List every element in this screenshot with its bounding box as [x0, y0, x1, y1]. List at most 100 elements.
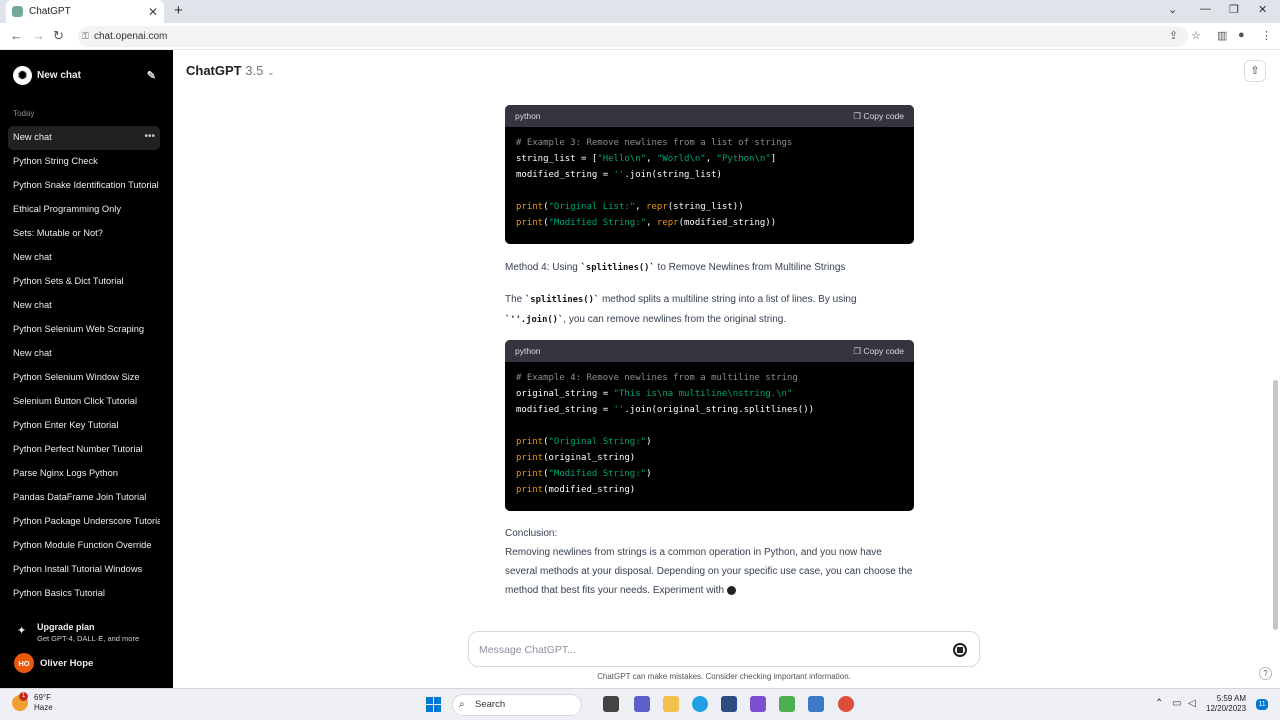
- app-icon[interactable]: [808, 696, 824, 712]
- side-panel-icon[interactable]: ▥: [1217, 29, 1227, 42]
- profile-icon[interactable]: ●: [1238, 29, 1245, 41]
- chat-history-item[interactable]: Python Install Tutorial Windows: [8, 558, 160, 582]
- chat-history-item[interactable]: New chat •••: [8, 126, 160, 150]
- share-chat-button[interactable]: ⇧: [1244, 60, 1266, 82]
- chat-history-item[interactable]: Selenium Button Click Tutorial: [8, 390, 160, 414]
- reload-icon[interactable]: ↻: [53, 28, 64, 44]
- help-icon[interactable]: ?: [1259, 667, 1272, 680]
- chat-history-item[interactable]: Ethical Programming Only: [8, 198, 160, 222]
- chat-history-item[interactable]: Pandas DataFrame Join Tutorial: [8, 486, 160, 510]
- code-line: print("Modified String:", repr(modified_…: [516, 218, 777, 228]
- code-line: string_list = ["Hello\n", "World\n", "Py…: [516, 154, 777, 164]
- chat-history-label: Sets: Mutable or Not?: [13, 228, 103, 238]
- chat-history-label: Ethical Programming Only: [13, 204, 121, 214]
- code-line: # Example 3: Remove newlines from a list…: [516, 138, 793, 148]
- teams-chat-icon[interactable]: [634, 696, 650, 712]
- weather-widget[interactable]: 1 69°F Haze: [12, 692, 53, 713]
- weather-sun-icon: 1: [12, 692, 28, 711]
- chat-history-item[interactable]: Python Basics Tutorial: [8, 582, 160, 606]
- share-page-icon[interactable]: ⇪: [1169, 29, 1178, 42]
- upgrade-title: Upgrade plan: [37, 622, 95, 632]
- disclaimer-text: ChatGPT can make mistakes. Consider chec…: [597, 672, 851, 681]
- copy-code-button[interactable]: ❐ Copy code: [853, 111, 904, 122]
- chat-history-item[interactable]: Python Enter Key Tutorial: [8, 414, 160, 438]
- taskbar-search[interactable]: ⌕ Search: [452, 694, 582, 716]
- chat-history-label: Python Basics Tutorial: [13, 588, 105, 598]
- chat-history-item[interactable]: Python Sets & Dict Tutorial: [8, 270, 160, 294]
- forward-icon[interactable]: →: [32, 28, 45, 43]
- network-icon[interactable]: ▭: [1172, 698, 1181, 709]
- chat-history-item[interactable]: New chat: [8, 294, 160, 318]
- model-version: 3.5: [245, 63, 264, 78]
- message-input[interactable]: [479, 640, 919, 660]
- volume-icon[interactable]: ◁: [1188, 698, 1196, 709]
- tray-chevron-icon[interactable]: ⌃: [1155, 698, 1163, 709]
- chat-history-item[interactable]: Python Perfect Number Tutorial: [8, 438, 160, 462]
- file-explorer-icon[interactable]: [663, 696, 679, 712]
- chat-history-item[interactable]: New chat: [8, 342, 160, 366]
- clock-time: 5:59 AM: [1216, 694, 1247, 703]
- chat-history-item[interactable]: Python Snake Identification Tutorial: [8, 174, 160, 198]
- chat-history-item[interactable]: Sets: Mutable or Not?: [8, 222, 160, 246]
- chat-history-item[interactable]: Parse Nginx Logs Python: [8, 462, 160, 486]
- close-window-icon[interactable]: ✕: [1258, 3, 1267, 16]
- browser-tab[interactable]: ChatGPT ✕: [6, 0, 164, 23]
- upgrade-subtitle: Get GPT-4, DALL·E, and more: [37, 634, 140, 643]
- chrome-browser-icon[interactable]: [838, 696, 854, 712]
- close-tab-icon[interactable]: ✕: [148, 5, 158, 19]
- chevron-down-icon: ⌄: [266, 67, 275, 77]
- search-icon: ⌕: [459, 699, 465, 710]
- code-line: print("Original List:", repr(string_list…: [516, 202, 744, 212]
- bookmark-star-icon[interactable]: ☆: [1191, 29, 1201, 42]
- chat-history-item[interactable]: Python Selenium Web Scraping: [8, 318, 160, 342]
- browser-menu-icon[interactable]: ⋮: [1261, 29, 1272, 42]
- chat-history-label: Python Module Function Override: [13, 540, 152, 550]
- conclusion-heading: Conclusion:: [505, 528, 558, 539]
- more-options-icon[interactable]: •••: [144, 126, 155, 148]
- new-chat-button[interactable]: ✺ New chat ✎: [13, 64, 163, 86]
- weather-badge: 1: [19, 692, 28, 701]
- user-name: Oliver Hope: [40, 657, 94, 669]
- chat-history-item[interactable]: New chat: [8, 246, 160, 270]
- new-tab-icon[interactable]: +: [174, 2, 183, 19]
- restore-icon[interactable]: ❐: [1229, 3, 1239, 16]
- app-icon[interactable]: [779, 696, 795, 712]
- code-language-label: python: [515, 111, 541, 121]
- copy-code-button[interactable]: ❐ Copy code: [853, 346, 904, 357]
- chevron-down-icon[interactable]: ⌄: [1168, 3, 1177, 16]
- clock-date: 12/20/2023: [1206, 704, 1247, 713]
- chat-history-item[interactable]: Python Module Function Override: [8, 534, 160, 558]
- method4-paragraph: The `splitlines()` method splits a multi…: [505, 290, 915, 330]
- site-info-icon[interactable]: ⚿: [82, 26, 89, 47]
- store-icon[interactable]: [721, 696, 737, 712]
- model-selector[interactable]: ChatGPT 3.5 ⌄: [186, 63, 275, 78]
- weather-desc: Haze: [34, 703, 53, 712]
- stop-generating-button[interactable]: [953, 643, 967, 657]
- chat-history-item[interactable]: Python Selenium Window Size: [8, 366, 160, 390]
- upgrade-plan-button[interactable]: ✦ Upgrade plan Get GPT-4, DALL·E, and mo…: [15, 621, 165, 645]
- chat-history-item[interactable]: Python String Check: [8, 150, 160, 174]
- minimize-icon[interactable]: —: [1200, 3, 1211, 15]
- openai-logo-icon: ✺: [13, 65, 32, 85]
- system-clock[interactable]: 5:59 AM 12/20/2023: [1206, 694, 1246, 714]
- back-icon[interactable]: ←: [10, 28, 23, 43]
- chat-history-label: Python Snake Identification Tutorial: [13, 180, 159, 190]
- compose-icon[interactable]: ✎: [147, 69, 156, 82]
- chat-main: ChatGPT 3.5 ⌄ ⇧ python ❐ Copy code # Exa…: [173, 50, 1280, 688]
- chat-history-label: Python Enter Key Tutorial: [13, 420, 119, 430]
- chat-history-item[interactable]: Python Package Underscore Tutorial: [8, 510, 160, 534]
- user-menu-button[interactable]: HO Oliver Hope: [14, 653, 93, 673]
- code-language-label: python: [515, 346, 541, 356]
- address-bar[interactable]: ⚿ chat.openai.com: [78, 26, 1188, 47]
- notification-badge[interactable]: 11: [1256, 699, 1268, 710]
- code-line: original_string = "This is\na multiline\…: [516, 389, 793, 399]
- scrollbar[interactable]: [1273, 380, 1278, 630]
- windows-start-icon[interactable]: [426, 697, 441, 712]
- code-block-header: python ❐ Copy code: [505, 105, 914, 127]
- app-icon[interactable]: [750, 696, 766, 712]
- chat-history-label: Pandas DataFrame Join Tutorial: [13, 492, 147, 502]
- search-label: Search: [475, 699, 506, 710]
- task-view-icon[interactable]: [603, 696, 619, 712]
- edge-browser-icon[interactable]: [692, 696, 708, 712]
